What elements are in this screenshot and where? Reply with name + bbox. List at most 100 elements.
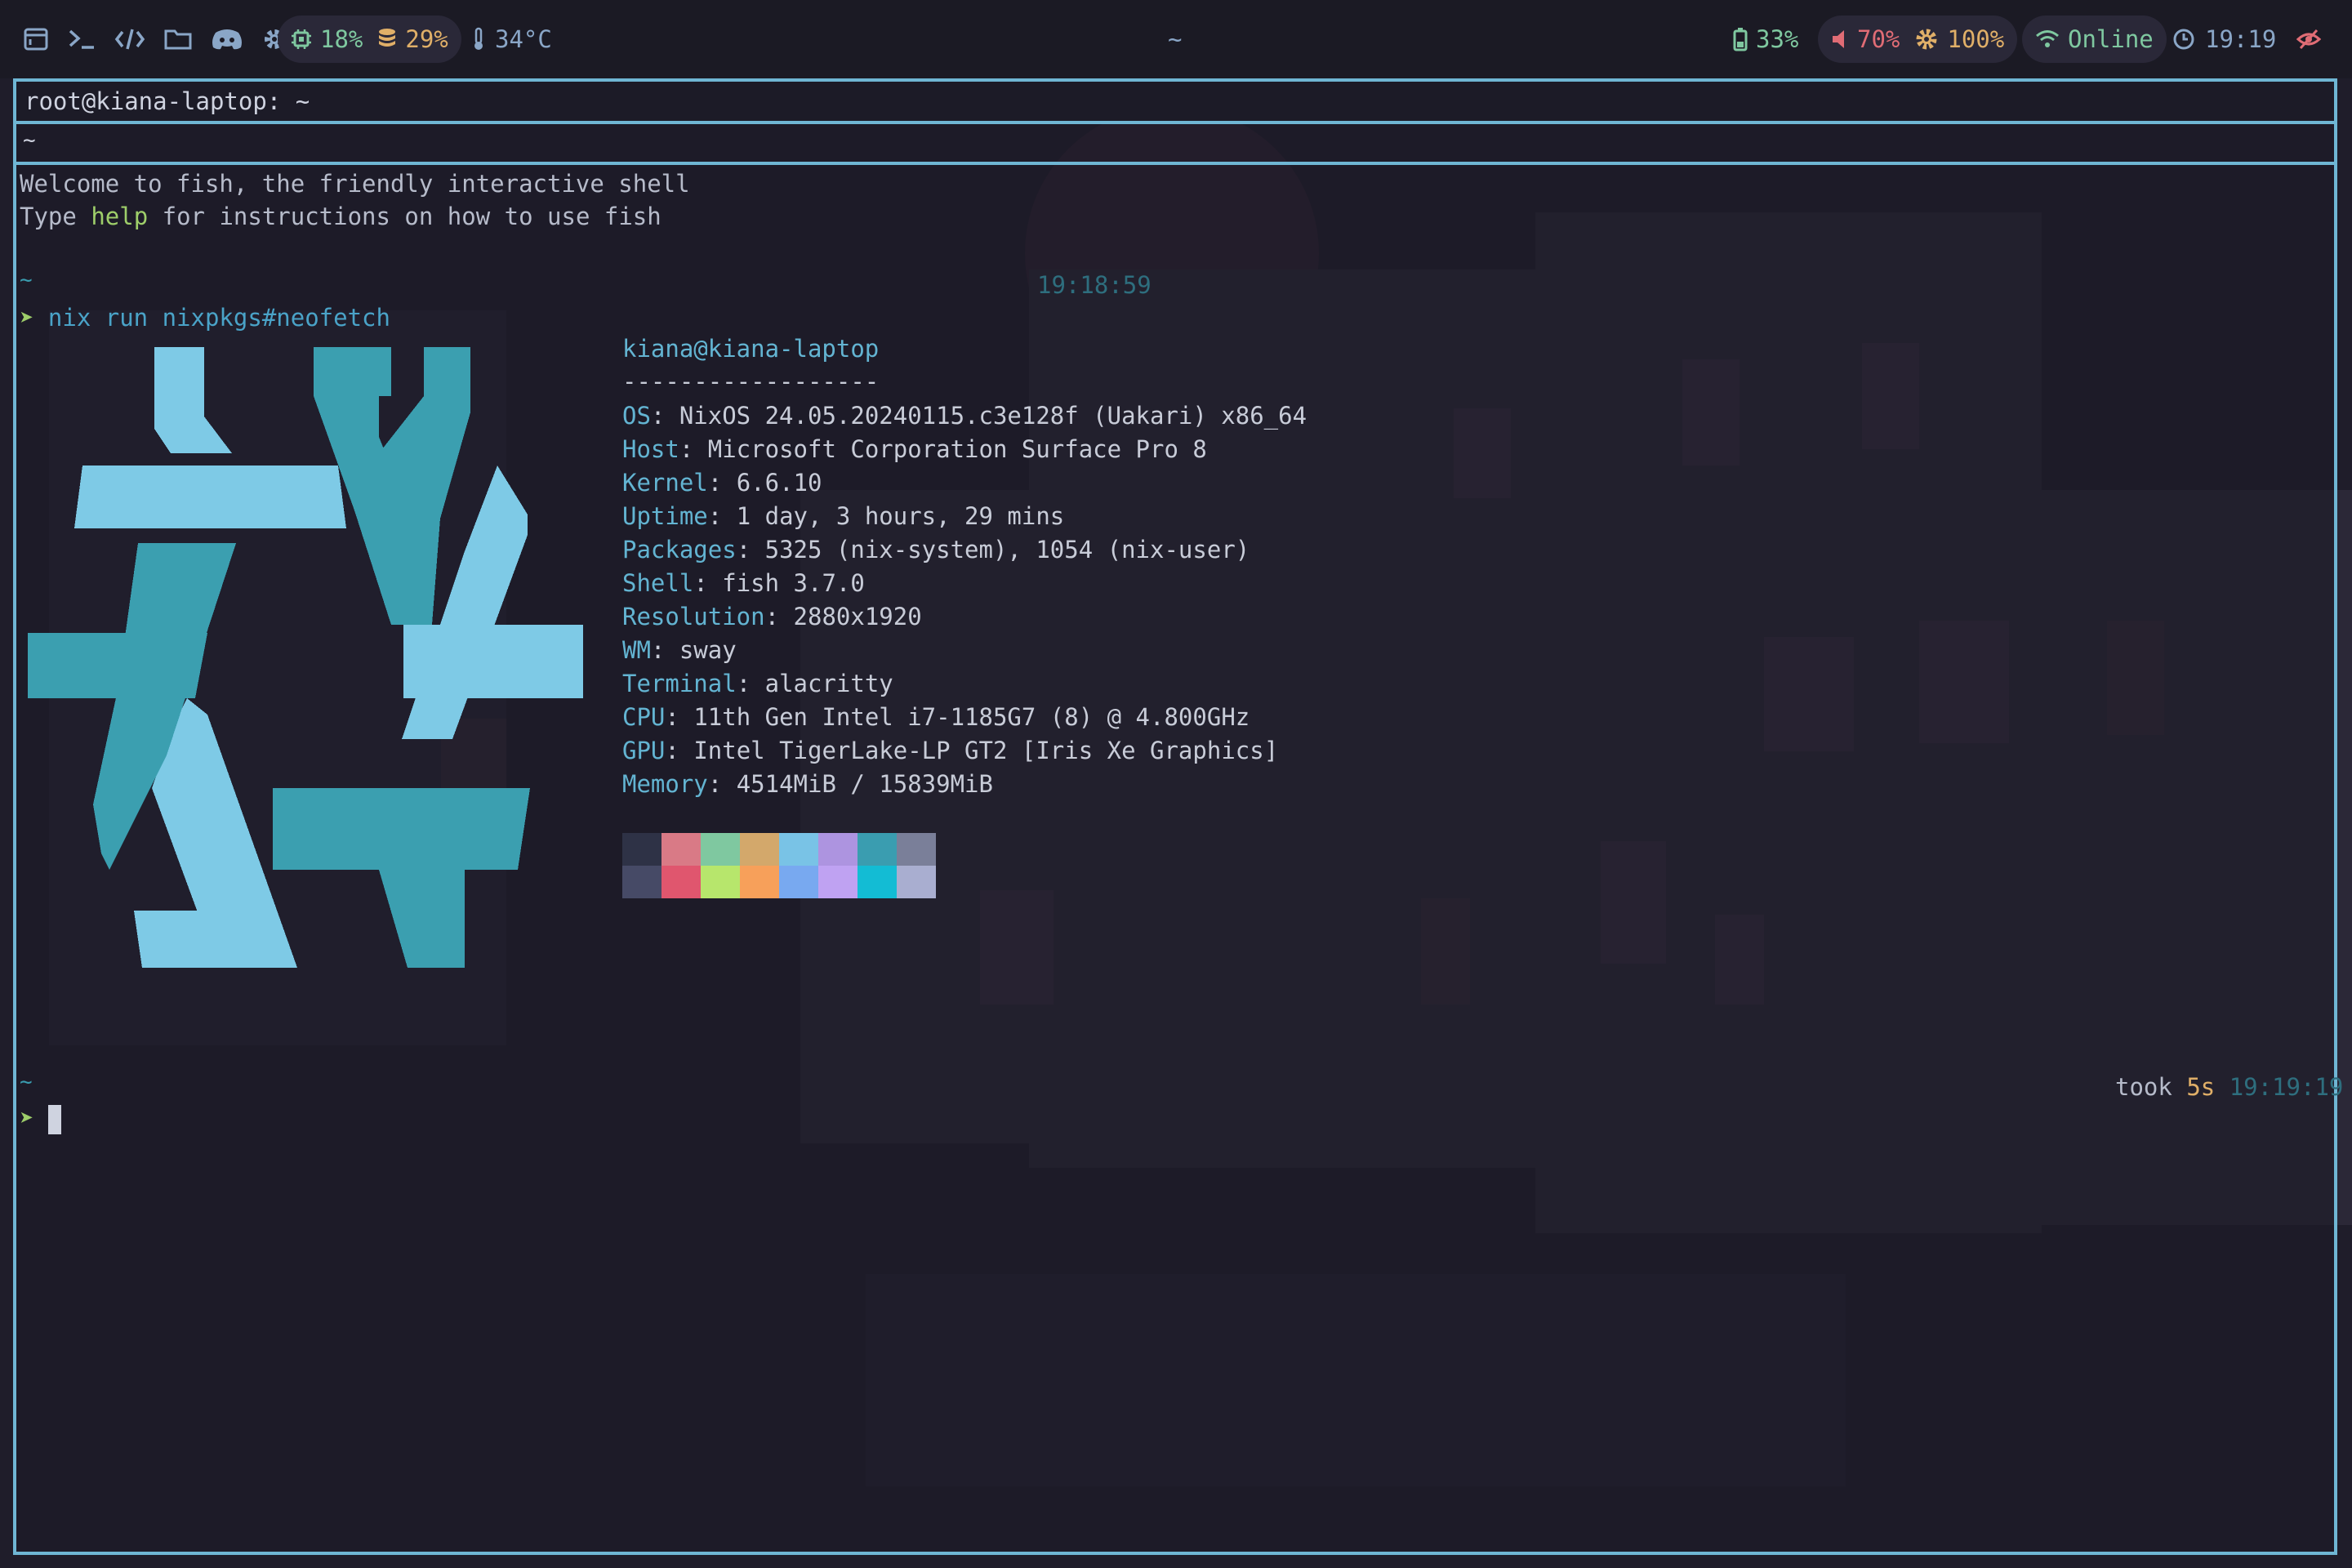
neofetch-key: OS — [622, 402, 651, 430]
help-keyword: help — [91, 203, 149, 230]
neofetch-row: Memory: 4514MiB / 15839MiB — [622, 770, 993, 798]
neofetch-key: Terminal — [622, 670, 737, 697]
prompt-dir-2: ~ — [20, 1070, 33, 1094]
neofetch-row: CPU: 11th Gen Intel i7-1185G7 (8) @ 4.80… — [622, 703, 1250, 731]
neofetch-row: OS: NixOS 24.05.20240115.c3e128f (Uakari… — [622, 402, 1307, 430]
terminal-window[interactable]: root@kiana-laptop: ~ ~ Welcome to fish, … — [13, 78, 2343, 1555]
clock-icon — [2172, 28, 2195, 51]
neofetch-row: Uptime: 1 day, 3 hours, 29 mins — [622, 502, 1064, 530]
active-prompt[interactable]: ➤ — [20, 1104, 61, 1134]
neofetch-key: Shell — [622, 569, 694, 597]
color-swatch — [701, 833, 740, 866]
disk-usage: 29% — [405, 25, 448, 53]
cpu-usage: 18% — [320, 25, 363, 53]
color-swatch — [622, 833, 662, 866]
clock-time: 19:19 — [2205, 25, 2277, 53]
color-swatch — [662, 866, 701, 898]
eye-off-icon — [2296, 29, 2321, 50]
temperature: 34°C — [472, 0, 552, 78]
cpu-icon — [291, 29, 312, 50]
neofetch-colon: : — [736, 670, 765, 697]
neofetch-key: Host — [622, 435, 679, 463]
neofetch-colon: : — [707, 770, 737, 798]
neofetch-value: fish 3.7.0 — [722, 569, 865, 597]
neofetch-colon: : — [650, 402, 679, 430]
neofetch-row: Kernel: 6.6.10 — [622, 469, 822, 497]
brightness-icon[interactable] — [1914, 27, 1939, 51]
folder-icon[interactable] — [163, 27, 193, 51]
privacy-indicator[interactable] — [2296, 0, 2321, 78]
neofetch-key: Resolution — [622, 603, 765, 630]
code-icon[interactable] — [114, 27, 145, 51]
command-line: ➤ nix run nixpkgs#neofetch — [20, 304, 390, 332]
neofetch-value: 5325 (nix-system), 1054 (nix-user) — [764, 536, 1250, 564]
brightness-level: 100% — [1947, 25, 2005, 53]
color-swatch — [818, 866, 858, 898]
battery-level: 33% — [1756, 25, 1799, 53]
neofetch-value: Microsoft Corporation Surface Pro 8 — [707, 435, 1207, 463]
volume-icon[interactable] — [1831, 29, 1849, 50]
neofetch-value: 11th Gen Intel i7-1185G7 (8) @ 4.800GHz — [693, 703, 1250, 731]
color-swatch — [779, 866, 818, 898]
wifi-icon — [2035, 29, 2060, 49]
prompt-timestamp: 19:18:59 — [1037, 271, 1152, 299]
color-swatch — [897, 866, 936, 898]
neofetch-value: NixOS 24.05.20240115.c3e128f (Uakari) x8… — [679, 402, 1307, 430]
took-value: 5s — [2186, 1073, 2216, 1101]
neofetch-value: Intel TigerLake-LP GT2 [Iris Xe Graphics… — [693, 737, 1279, 764]
audio-brightness-pill[interactable]: 70% 100% — [1818, 16, 2018, 63]
neofetch-value: 2880x1920 — [793, 603, 922, 630]
welcome-text-pre: Type — [20, 203, 91, 230]
terminal-title: root@kiana-laptop: ~ — [16, 82, 2334, 124]
color-swatch — [818, 833, 858, 866]
neofetch-colon: : — [665, 737, 694, 764]
color-swatch — [662, 833, 701, 866]
text-cursor[interactable] — [47, 1105, 61, 1134]
neofetch-row: Shell: fish 3.7.0 — [622, 569, 865, 597]
neofetch-colon: : — [707, 469, 737, 497]
temperature-value: 34°C — [495, 25, 552, 53]
neofetch-row: GPU: Intel TigerLake-LP GT2 [Iris Xe Gra… — [622, 737, 1278, 764]
welcome-line-2: Type help for instructions on how to use… — [20, 203, 662, 230]
neofetch-row: WM: sway — [622, 636, 737, 664]
neofetch-colon: : — [693, 569, 723, 597]
command-text: nix run nixpkgs#neofetch — [47, 304, 390, 332]
neofetch-colon: : — [707, 502, 737, 530]
volume-level: 70% — [1857, 25, 1900, 53]
neofetch-separator: ------------------ — [622, 368, 880, 395]
neofetch-userhost: kiana@kiana-laptop — [622, 335, 880, 363]
window-icon[interactable] — [23, 27, 49, 51]
neofetch-key: Packages — [622, 536, 737, 564]
thermometer-icon — [472, 27, 485, 51]
color-swatch — [740, 833, 779, 866]
neofetch-colon: : — [736, 536, 765, 564]
neofetch-key: Kernel — [622, 469, 708, 497]
network-pill[interactable]: Online — [2022, 16, 2167, 63]
welcome-line-1: Welcome to fish, the friendly interactiv… — [20, 170, 690, 198]
clock[interactable]: 19:19 — [2172, 0, 2276, 78]
took-label: took — [2115, 1073, 2187, 1101]
prompt-arrow-icon: ➤ — [20, 304, 48, 332]
color-swatch — [740, 866, 779, 898]
discord-icon[interactable] — [211, 27, 243, 51]
color-swatch — [622, 866, 662, 898]
color-swatch — [897, 833, 936, 866]
neofetch-key: CPU — [622, 703, 666, 731]
prompt-dir: ~ — [20, 268, 33, 292]
neofetch-key: Memory — [622, 770, 708, 798]
terminal-icon[interactable] — [67, 27, 96, 51]
launcher-group — [23, 0, 287, 78]
battery: 33% — [1733, 0, 1798, 78]
window-title: ~ — [1168, 25, 1183, 53]
neofetch-colon: : — [650, 636, 679, 664]
color-swatch — [779, 833, 818, 866]
neofetch-value: 6.6.10 — [736, 469, 822, 497]
resource-pill[interactable]: 18% 29% — [278, 16, 461, 63]
color-swatch — [701, 866, 740, 898]
neofetch-value: alacritty — [764, 670, 893, 697]
status-bar: 18% 29% 34°C ~ 33% 70% 100% Online 19:19 — [0, 0, 2352, 78]
neofetch-row: Packages: 5325 (nix-system), 1054 (nix-u… — [622, 536, 1250, 564]
neofetch-key: GPU — [622, 737, 666, 764]
prompt-timestamp-2: 19:19:19 — [2229, 1073, 2344, 1101]
neofetch-value: 1 day, 3 hours, 29 mins — [736, 502, 1065, 530]
